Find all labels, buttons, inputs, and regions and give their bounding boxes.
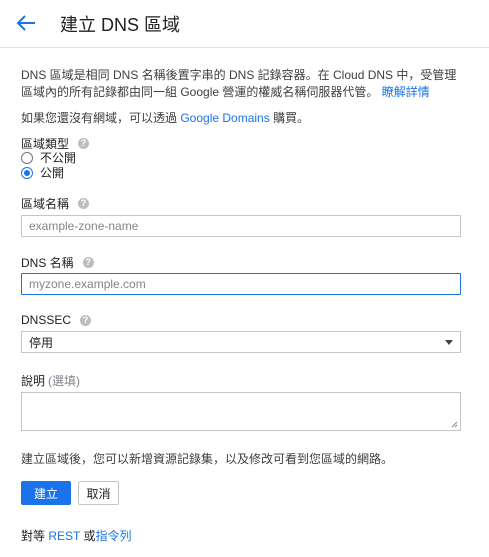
google-domains-link[interactable]: Google Domains [180, 111, 269, 125]
help-icon[interactable]: ? [78, 198, 90, 209]
help-icon[interactable]: ? [82, 257, 94, 268]
description-optional: (選填) [48, 374, 81, 388]
domain-note-prefix: 如果您還沒有網域，可以透過 [21, 111, 181, 125]
dropdown-arrow-icon [445, 339, 453, 345]
page-header: 建立 DNS 區域 [0, 0, 489, 48]
equivalent-or: 或 [80, 529, 96, 543]
learn-more-link[interactable]: 瞭解詳情 [382, 85, 430, 99]
after-create-note: 建立區域後，您可以新增資源記錄集，以及修改可看到您區域的網路。 [21, 452, 394, 466]
dnssec-select[interactable]: 停用 [21, 331, 461, 353]
create-button[interactable]: 建立 [21, 481, 71, 505]
radio-checked-icon[interactable] [21, 166, 33, 179]
description-label: 說明 (選填) [21, 372, 80, 389]
cancel-button[interactable]: 取消 [78, 481, 119, 505]
zone-type-public-label: 公開 [40, 166, 65, 180]
dns-name-input[interactable] [21, 273, 461, 295]
dns-name-label-text: DNS 名稱 [21, 256, 74, 270]
help-icon[interactable]: ? [80, 314, 92, 326]
dnssec-label: DNSSEC ? [21, 313, 92, 327]
equivalent-prefix: 對等 [21, 529, 49, 543]
domain-note: 如果您還沒有網域，可以透過 Google Domains 購買。 [21, 109, 309, 126]
equivalent-links: 對等 REST 或指令列 [21, 527, 132, 544]
dns-name-label: DNS 名稱 ? [21, 254, 94, 271]
dnssec-selected-value: 停用 [29, 335, 54, 350]
description-textarea[interactable] [21, 392, 461, 431]
zone-name-input[interactable] [21, 215, 461, 237]
arrow-left-icon[interactable] [16, 14, 36, 32]
intro-text: DNS 區域是相同 DNS 名稱後置字串的 DNS 記錄容器。在 Cloud D… [21, 67, 466, 101]
page-title: 建立 DNS 區域 [60, 15, 181, 35]
zone-type-public-radio[interactable]: 公開 [21, 164, 64, 181]
command-line-link[interactable]: 指令列 [95, 529, 131, 543]
help-icon[interactable]: ? [78, 138, 90, 149]
rest-link[interactable]: REST [48, 529, 80, 543]
zone-name-label-text: 區域名稱 [21, 197, 70, 211]
domain-note-suffix: 購買。 [269, 111, 310, 125]
zone-name-label: 區域名稱 ? [21, 195, 90, 212]
description-label-text: 說明 [21, 374, 46, 388]
dnssec-label-text: DNSSEC [21, 313, 72, 327]
resize-handle-icon[interactable] [451, 421, 458, 428]
radio-unchecked-icon[interactable] [21, 151, 33, 164]
